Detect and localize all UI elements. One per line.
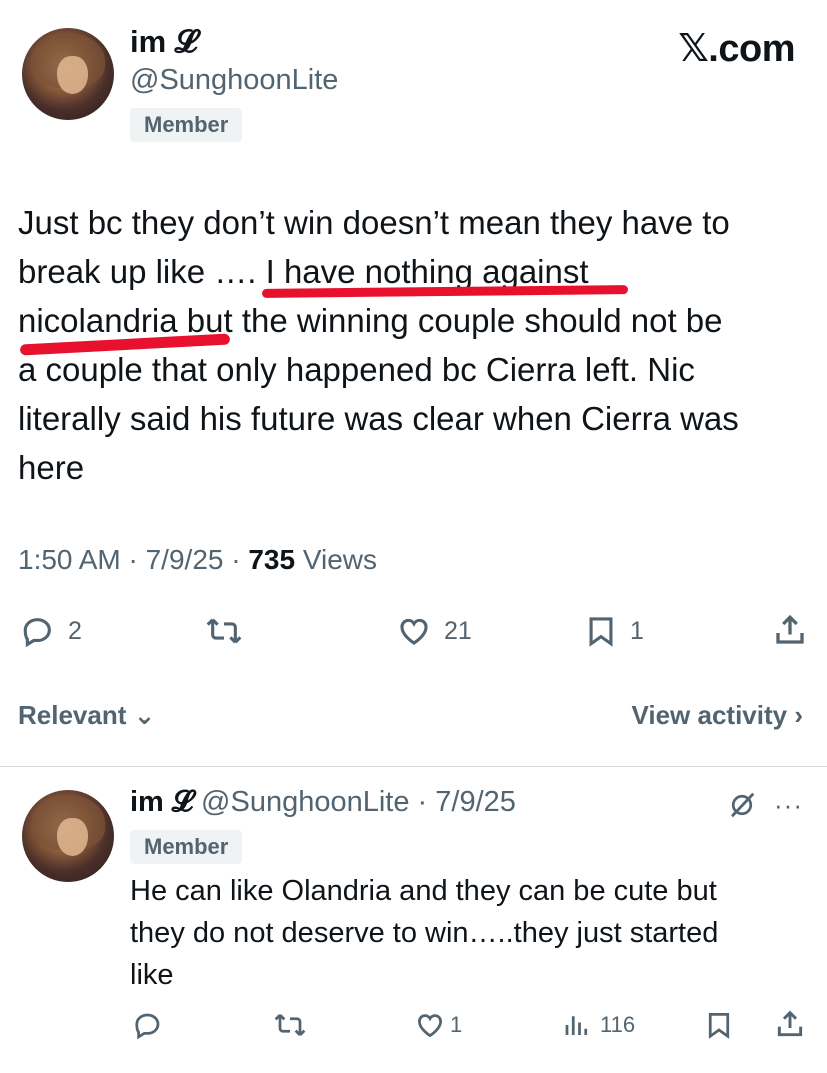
heart-icon <box>400 618 428 645</box>
reply-author-handle[interactable]: @SunghoonLite <box>201 786 409 818</box>
reply-count: 2 <box>68 616 82 645</box>
bookmark-count: 1 <box>630 616 644 645</box>
x-logo: 𝕏.com <box>678 28 795 70</box>
retweet-icon <box>274 1014 306 1036</box>
reply-header: im 𝓛 @SunghoonLite · 7/9/25 <box>130 786 516 819</box>
reply-views-count: 116 <box>600 1012 636 1037</box>
divider <box>0 766 827 767</box>
tweet-meta: 1:50 AM · 7/9/25 · 735 Views <box>18 544 377 576</box>
reply-author-name[interactable]: im 𝓛 <box>130 786 193 818</box>
tweet-line: a couple that only happened bc Cierra le… <box>18 351 695 388</box>
reply-line: like <box>130 959 174 991</box>
reply-member-badge: Member <box>130 830 243 864</box>
author-avatar[interactable] <box>22 28 114 120</box>
reply-avatar[interactable] <box>22 790 114 882</box>
sort-relevant-dropdown[interactable]: Relevant ⌄ <box>18 700 155 731</box>
reply-date[interactable]: 7/9/25 <box>435 786 516 818</box>
views-label: Views <box>295 544 378 575</box>
tweet-line: Just bc they don’t win doesn’t mean they… <box>18 204 730 241</box>
reply-button[interactable]: 2 <box>20 614 82 648</box>
retweet-button[interactable] <box>204 614 244 648</box>
more-icon[interactable]: ··· <box>774 790 803 821</box>
reply-icon <box>135 1013 160 1040</box>
tweet-time[interactable]: 1:50 AM · 7/9/25 · <box>18 544 248 575</box>
reply-share-button[interactable] <box>774 1008 806 1040</box>
bookmark-button[interactable]: 1 <box>584 614 644 648</box>
views-count: 735 <box>248 544 296 575</box>
heart-icon <box>417 1014 443 1038</box>
share-icon <box>776 614 804 644</box>
bookmark-icon <box>708 1013 730 1039</box>
reply-views-button[interactable]: 116 <box>562 1010 635 1040</box>
reply-icon <box>23 618 51 648</box>
grok-icon[interactable] <box>727 790 757 828</box>
bookmark-icon <box>589 617 613 647</box>
reply-bookmark-button[interactable] <box>704 1010 734 1040</box>
member-badge: Member <box>130 108 243 142</box>
reply-line: He can like Olandria and they can be cut… <box>130 875 717 907</box>
tweet-line: literally said his future was clear when… <box>18 400 739 437</box>
reply-like-button[interactable]: 1 <box>414 1010 462 1040</box>
views-icon <box>565 1016 588 1035</box>
tweet-line: here <box>18 449 85 486</box>
reply-reply-button[interactable] <box>132 1010 164 1040</box>
author-handle[interactable]: @SunghoonLite <box>130 64 338 97</box>
author-name[interactable]: im 𝓛 <box>130 24 197 61</box>
like-button[interactable]: 21 <box>396 614 472 648</box>
share-button[interactable] <box>772 612 808 648</box>
reply-retweet-button[interactable] <box>272 1010 308 1040</box>
retweet-icon <box>206 618 242 644</box>
dot-separator: · <box>409 786 436 818</box>
like-count: 21 <box>444 616 472 645</box>
reply-text: He can like Olandria and they can be cut… <box>130 870 810 996</box>
reply-line: they do not deserve to win…..they just s… <box>130 917 719 949</box>
share-icon <box>777 1010 803 1037</box>
reply-like-count: 1 <box>450 1012 463 1037</box>
view-activity-link[interactable]: View activity › <box>632 700 804 731</box>
